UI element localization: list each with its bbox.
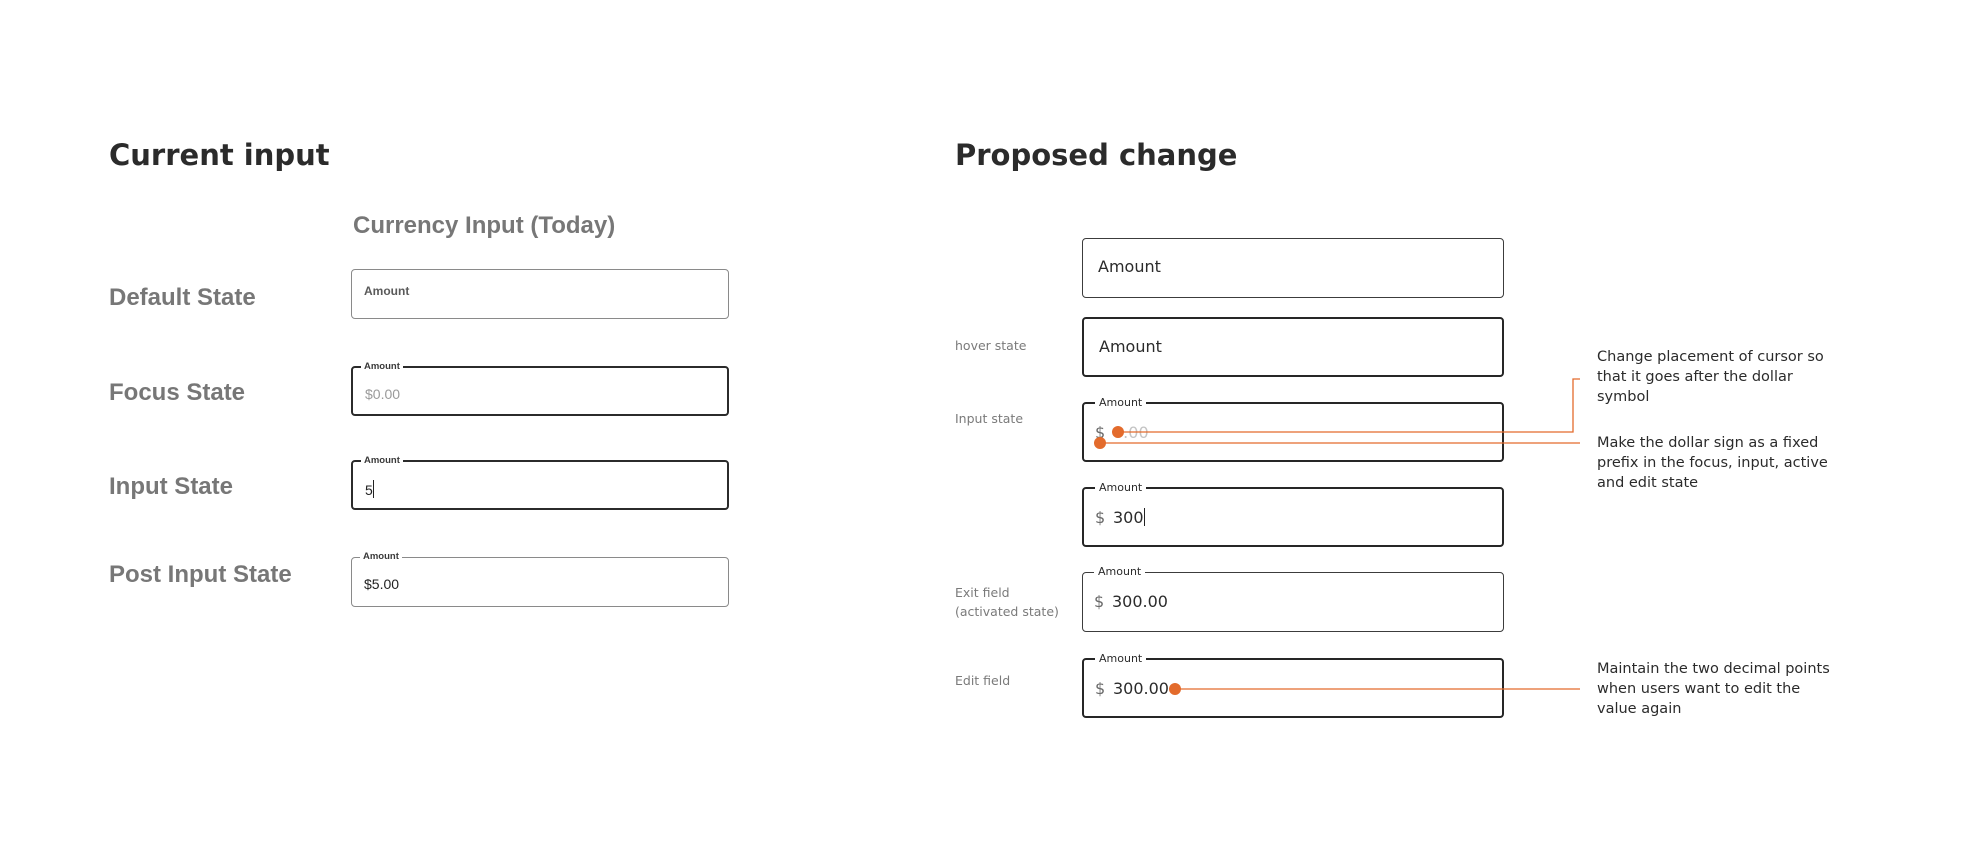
- amount-floating-label: Amount: [1095, 651, 1147, 667]
- amount-floating-label: Amount: [1095, 395, 1147, 411]
- decimal-points-note: Maintain the two decimal points when use…: [1597, 659, 1847, 719]
- note-line: value again: [1597, 701, 1682, 717]
- input-state-label: Input state: [955, 411, 1024, 426]
- dollar-prefix: $: [1094, 592, 1105, 611]
- cursor-placement-note: Change placement of cursor so that it go…: [1597, 347, 1847, 407]
- amount-floating-label: Amount: [361, 360, 403, 374]
- amount-floating-label: Amount: [1094, 564, 1146, 580]
- note-line: when users want to edit the: [1597, 681, 1801, 697]
- note-line: prefix in the focus, input, active: [1597, 455, 1828, 471]
- old-amount-input-focus[interactable]: Amount $0.00: [351, 360, 729, 416]
- new-amount-input-edit[interactable]: Amount $ 300.00: [1082, 651, 1504, 718]
- current-input-title: Current input: [109, 138, 330, 172]
- default-state-label: Default State: [109, 284, 256, 311]
- exit-field-label: Exit field (activated state): [955, 583, 1059, 621]
- new-amount-input-hover[interactable]: Amount: [1082, 317, 1504, 377]
- amount-placeholder: Amount: [1099, 337, 1162, 356]
- amount-value: 300.00: [1112, 592, 1168, 611]
- note-line: Make the dollar sign as a fixed: [1597, 435, 1819, 451]
- text-cursor: [1143, 508, 1145, 526]
- amount-value: $5.00: [364, 576, 400, 592]
- amount-floating-label: Amount: [1095, 480, 1147, 496]
- edit-field-label: Edit field: [955, 673, 1011, 688]
- amount-value-with-cursor: 300: [1113, 508, 1145, 527]
- old-amount-input-post[interactable]: Amount $5.00: [351, 550, 729, 607]
- amount-value-with-cursor: 5: [365, 480, 374, 498]
- dollar-prefix-note: Make the dollar sign as a fixed prefix i…: [1597, 433, 1847, 493]
- new-amount-input-typing[interactable]: Amount $ 300: [1082, 480, 1504, 547]
- amount-value: 5: [365, 482, 373, 498]
- amount-placeholder: Amount: [364, 284, 410, 298]
- new-amount-input-focus[interactable]: Amount $ 0.00: [1082, 395, 1504, 462]
- dollar-prefix: $: [1095, 423, 1106, 442]
- old-amount-input-default[interactable]: Amount: [351, 269, 729, 319]
- dollar-prefix: $: [1095, 679, 1106, 698]
- hover-state-label: hover state: [955, 338, 1027, 353]
- currency-input-today-heading: Currency Input (Today): [353, 212, 616, 239]
- dollar-prefix: $: [1095, 508, 1106, 527]
- note-line: Maintain the two decimal points: [1597, 661, 1830, 677]
- amount-value: $0.00: [365, 386, 401, 402]
- old-amount-input-typing[interactable]: Amount 5: [351, 454, 729, 510]
- note-line: that it goes after the dollar: [1597, 369, 1793, 385]
- note-line: and edit state: [1597, 475, 1699, 491]
- exit-field-label-line-1: Exit field: [955, 585, 1010, 600]
- amount-value: 0.00: [1113, 423, 1149, 442]
- input-state-label: Input State: [109, 473, 233, 500]
- proposed-change-title: Proposed change: [955, 138, 1238, 172]
- post-input-state-label: Post Input State: [109, 561, 292, 588]
- new-amount-input-default[interactable]: Amount: [1082, 238, 1504, 298]
- amount-floating-label: Amount: [361, 454, 403, 468]
- amount-placeholder: Amount: [1098, 257, 1161, 276]
- note-line: symbol: [1597, 389, 1650, 405]
- amount-floating-label: Amount: [360, 550, 402, 564]
- exit-field-label-line-2: (activated state): [955, 604, 1059, 619]
- amount-value: 300: [1113, 508, 1144, 527]
- focus-state-label: Focus State: [109, 379, 246, 406]
- amount-value: 300.00: [1113, 679, 1169, 698]
- note-line: Change placement of cursor so: [1597, 349, 1824, 365]
- text-cursor: [372, 480, 374, 498]
- new-amount-input-exit[interactable]: Amount $ 300.00: [1082, 564, 1504, 632]
